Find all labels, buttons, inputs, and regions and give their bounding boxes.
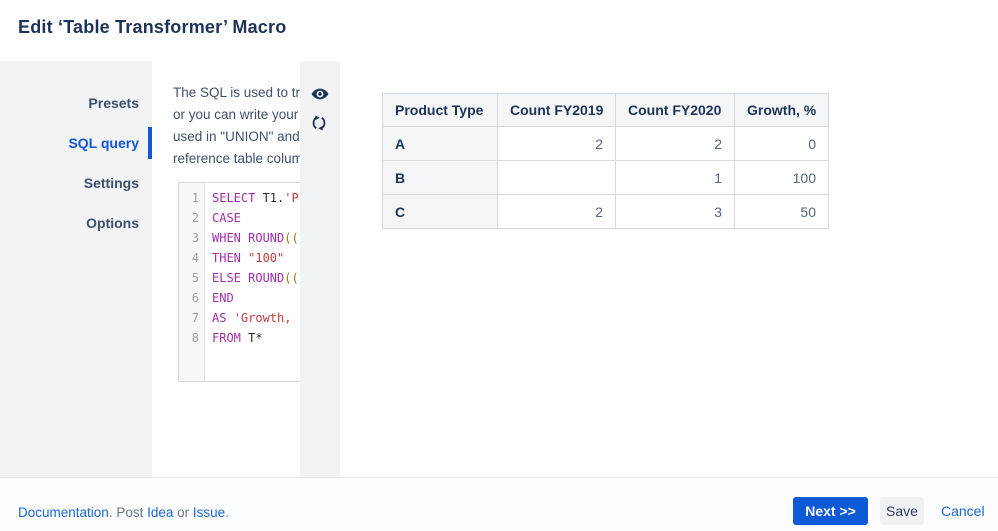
preview-result-table: Product Type Count FY2019 Count FY2020 Grow… [382, 93, 829, 229]
line-number: 5 [191, 271, 199, 285]
code-token: WHEN [212, 231, 249, 245]
next-button[interactable]: Next >> [793, 497, 868, 525]
macro-nav-sidebar: Presets SQL query Settings Options [0, 61, 152, 477]
line-number: 4 [191, 251, 199, 265]
code-token: (( [284, 271, 299, 285]
issue-link[interactable]: Issue [193, 505, 225, 520]
footer-text-or: or [173, 505, 193, 520]
save-button[interactable]: Save [880, 497, 924, 525]
panel-toolbar [300, 61, 340, 477]
line-number: 8 [191, 331, 199, 345]
code-line[interactable]: THEN "100" [212, 248, 299, 268]
table-header-cell: Count FY2020 [615, 93, 735, 127]
sidebar-item-settings[interactable]: Settings [84, 173, 139, 193]
row-label-cell: B [382, 160, 498, 195]
code-line[interactable]: SELECT T1.'P [212, 188, 299, 208]
code-line[interactable]: AS 'Growth, [212, 308, 299, 328]
footer-text-post: . Post [108, 505, 148, 520]
code-line[interactable]: WHEN ROUND(( [212, 228, 299, 248]
code-line[interactable]: ELSE ROUND(( [212, 268, 299, 288]
table-value-cell: 100 [734, 160, 829, 195]
code-token: ROUND [248, 231, 285, 245]
eye-icon[interactable] [310, 84, 330, 104]
code-token: T1. [262, 191, 285, 205]
table-row: C 2 3 50 [382, 194, 829, 229]
macro-edit-dialog: Edit ‘Table Transformer’ Macro Presets SQ… [0, 0, 998, 531]
code-token: (( [284, 231, 299, 245]
line-number-gutter: 1 2 3 4 5 6 7 8 [179, 183, 205, 381]
code-token: CASE [212, 211, 241, 225]
code-line[interactable]: CASE [212, 208, 299, 228]
row-label-cell: A [382, 126, 498, 161]
table-header-cell: Product Type [382, 93, 498, 127]
dialog-title: Edit ‘Table Transformer’ Macro [18, 17, 287, 37]
sql-code-editor[interactable]: 12345678 SELECT T1.'P CASE WHEN ROUND((THE… [178, 182, 300, 382]
description-line: reference table colum [173, 151, 300, 166]
code-token: END [212, 291, 234, 305]
description-line: used in "UNION" and [173, 129, 300, 144]
cancel-button[interactable]: Cancel [941, 503, 985, 519]
table-value-cell: 50 [734, 194, 829, 229]
dialog-footer: Documentation. Post Idea or Issue. Next … [0, 477, 998, 531]
documentation-link[interactable]: Documentation [18, 505, 109, 520]
sidebar-item-presets[interactable]: Presets [88, 93, 139, 113]
code-token: AS [212, 311, 234, 325]
code-line[interactable]: FROM T* [212, 328, 299, 348]
table-header-cell: Growth, % [734, 93, 829, 127]
code-token: ELSE [212, 271, 249, 285]
code-token: ROUND [248, 271, 285, 285]
code-token: FROM [212, 331, 249, 345]
line-number: 6 [191, 291, 199, 305]
code-line[interactable]: END [212, 288, 299, 308]
table-header-cell: Count FY2019 [497, 93, 616, 127]
table-value-cell: 1 [615, 160, 735, 195]
code-token: 'P [284, 191, 299, 205]
line-number: 2 [191, 211, 199, 225]
table-value-cell: 0 [734, 126, 829, 161]
footer-text-period: . [225, 505, 229, 520]
code-token: THEN [212, 251, 249, 265]
table-value-cell: 2 [497, 126, 616, 161]
table-value-cell: 2 [615, 126, 735, 161]
line-number: 7 [191, 311, 199, 325]
table-value-cell: 2 [497, 194, 616, 229]
description-line: The SQL is used to tra [173, 85, 300, 100]
code-token: 'Growth, [233, 311, 292, 325]
line-number: 1 [191, 191, 199, 205]
footer-help-links: Documentation. Post Idea or Issue. [18, 505, 229, 520]
table-value-cell: 3 [615, 194, 735, 229]
table-value-cell [497, 160, 616, 195]
sidebar-item-sql-query[interactable]: SQL query [68, 133, 139, 153]
code-token: T* [248, 331, 263, 345]
sql-query-panel: The SQL is used to tra or you can write y… [152, 61, 300, 477]
idea-link[interactable]: Idea [147, 505, 173, 520]
line-number: 3 [191, 231, 199, 245]
row-label-cell: C [382, 194, 498, 229]
code-token: "100" [248, 251, 285, 265]
description-line: or you can write your [173, 107, 299, 122]
table-row: A220 [382, 126, 829, 161]
refresh-icon[interactable] [310, 114, 330, 134]
sql-code-lines[interactable]: SELECT T1.'P CASE WHEN ROUND((THEN "100" EL… [205, 183, 299, 381]
sql-description-text: The SQL is used to tra or you can write y… [173, 82, 300, 170]
table-row: B 1 100 [382, 160, 829, 195]
code-token: SELECT [212, 191, 263, 205]
sidebar-item-options[interactable]: Options [86, 213, 139, 233]
